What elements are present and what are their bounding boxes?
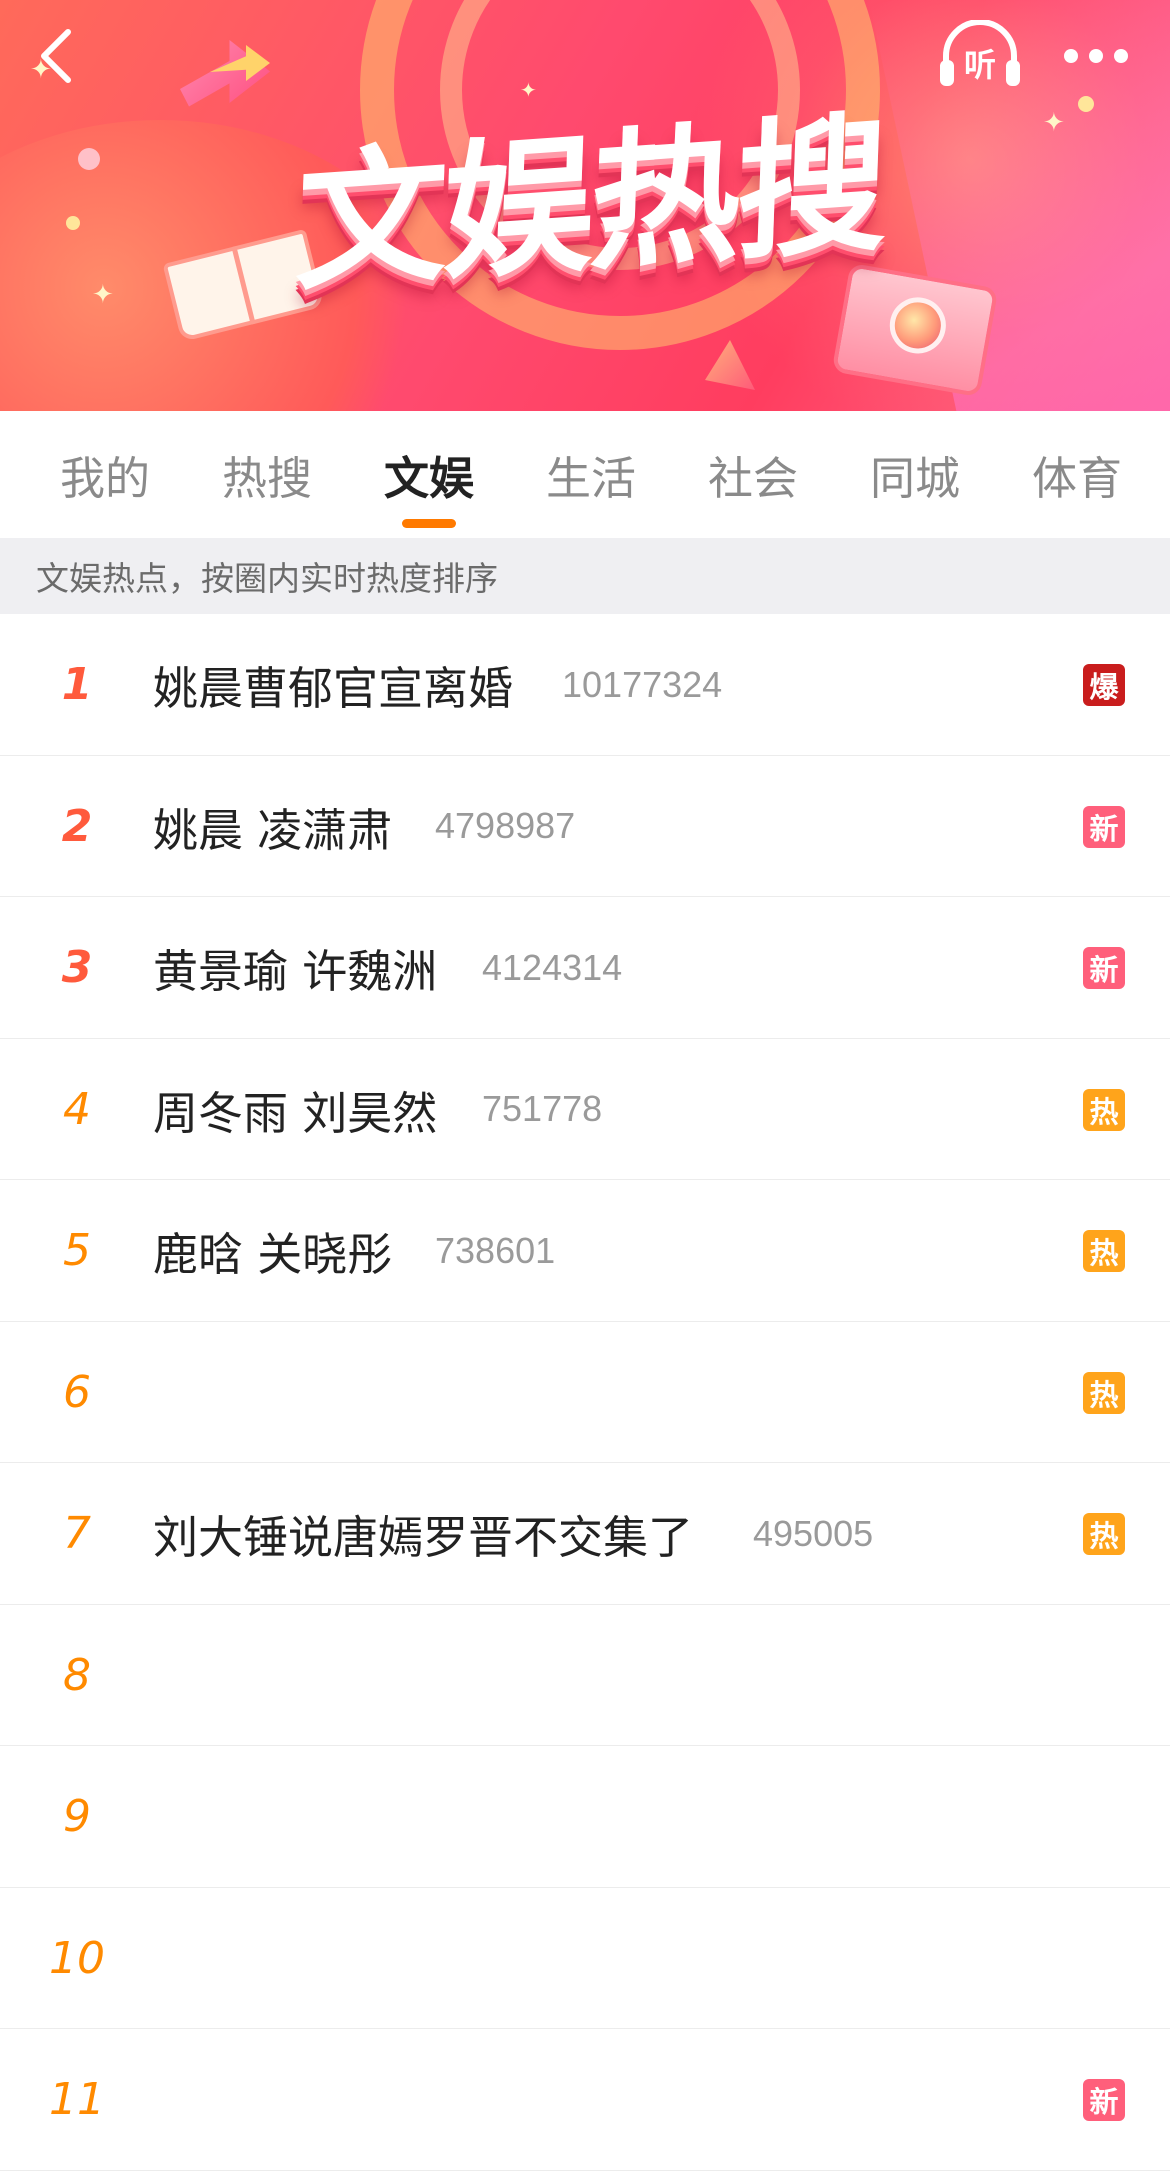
heat-count: 495005 bbox=[753, 1512, 874, 1554]
item-title: 姚晨曹郁官宣离婚 bbox=[153, 662, 514, 715]
new-badge: 新 bbox=[1083, 2079, 1125, 2121]
list-item[interactable]: 7 刘大锤说唐嫣罗晋不交集了 495005 热 bbox=[0, 1463, 1170, 1605]
item-title: 黄景瑜 许魏洲 bbox=[153, 945, 438, 998]
rank-number: 10 bbox=[49, 1932, 105, 1984]
rank-number: 4 bbox=[63, 1083, 91, 1135]
hot-badge: 热 bbox=[1083, 1371, 1125, 1414]
dot-decoration bbox=[66, 216, 80, 230]
list-item[interactable]: 1 姚晨曹郁官宣离婚 10177324 爆 bbox=[0, 614, 1170, 756]
heat-count: 10177324 bbox=[562, 663, 723, 705]
sparkle-icon: ✦ bbox=[520, 78, 537, 102]
heat-count: 738601 bbox=[435, 1229, 556, 1271]
explode-badge: 爆 bbox=[1083, 664, 1125, 706]
header-banner: ✦ ✦ ✦ ✦ 文娱热搜 听 bbox=[0, 0, 1170, 411]
list-description-text: 文娱热点，按圈内实时热度排序 bbox=[36, 559, 498, 598]
hot-badge: 热 bbox=[1083, 1088, 1125, 1131]
dot-decoration bbox=[1078, 96, 1094, 112]
rank-number: 11 bbox=[49, 2074, 105, 2125]
list-description: 文娱热点，按圈内实时热度排序 bbox=[0, 538, 1170, 614]
heat-count: 4124314 bbox=[482, 946, 623, 988]
more-dots-icon bbox=[1089, 49, 1103, 63]
rank-number: 1 bbox=[61, 659, 93, 710]
hot-badge: 热 bbox=[1083, 1513, 1125, 1555]
chevron-left-icon bbox=[41, 29, 71, 83]
list-item[interactable]: 2 姚晨 凌潇肃 4798987 新 bbox=[0, 755, 1170, 897]
item-title: 姚晨 凌潇肃 bbox=[153, 803, 393, 857]
list-item[interactable]: 6 热 bbox=[0, 1321, 1170, 1463]
tab-hot-search[interactable]: 热搜 bbox=[202, 411, 332, 538]
hot-search-list: 1 姚晨曹郁官宣离婚 10177324 爆 2 姚晨 凌潇肃 4798987 新… bbox=[0, 614, 1170, 2171]
list-item[interactable]: 11 新 bbox=[0, 2029, 1170, 2171]
tab-local[interactable]: 同城 bbox=[850, 411, 980, 538]
new-badge: 新 bbox=[1083, 805, 1125, 848]
rank-number: 8 bbox=[63, 1649, 91, 1701]
rank-number: 2 bbox=[61, 800, 93, 852]
rank-number: 7 bbox=[63, 1508, 91, 1559]
listen-button[interactable]: 听 bbox=[936, 20, 1024, 92]
more-dots-icon bbox=[1114, 49, 1128, 63]
rank-number: 3 bbox=[61, 942, 93, 993]
tab-mine[interactable]: 我的 bbox=[40, 411, 170, 538]
list-item[interactable]: 9 bbox=[0, 1746, 1170, 1888]
more-dots-icon bbox=[1064, 49, 1078, 63]
tab-society[interactable]: 社会 bbox=[688, 411, 818, 538]
listen-label: 听 bbox=[963, 46, 996, 84]
hot-badge: 热 bbox=[1083, 1230, 1125, 1272]
list-item[interactable]: 5 鹿晗 关晓彤 738601 热 bbox=[0, 1180, 1170, 1322]
dot-decoration bbox=[78, 148, 100, 170]
heat-count: 751778 bbox=[482, 1088, 603, 1129]
heat-count: 4798987 bbox=[435, 805, 576, 846]
triangle-decoration-icon bbox=[705, 340, 755, 390]
tab-life[interactable]: 生活 bbox=[526, 411, 656, 538]
list-item[interactable]: 10 bbox=[0, 1887, 1170, 2029]
sparkle-icon: ✦ bbox=[92, 280, 114, 310]
list-item[interactable]: 4 周冬雨 刘昊然 751778 热 bbox=[0, 1038, 1170, 1180]
more-button[interactable] bbox=[1056, 30, 1136, 82]
active-tab-indicator bbox=[402, 519, 456, 528]
tab-sports[interactable]: 体育 bbox=[1012, 411, 1142, 538]
rank-number: 6 bbox=[63, 1366, 91, 1418]
category-tabs: 我的 热搜 文娱 生活 社会 同城 体育 bbox=[0, 411, 1170, 538]
item-title: 鹿晗 关晓彤 bbox=[153, 1228, 393, 1281]
back-button[interactable] bbox=[28, 28, 84, 84]
list-item[interactable]: 8 bbox=[0, 1604, 1170, 1746]
list-item[interactable]: 3 黄景瑜 许魏洲 4124314 新 bbox=[0, 897, 1170, 1039]
rank-number: 9 bbox=[63, 1791, 91, 1842]
item-title: 刘大锤说唐嫣罗晋不交集了 bbox=[153, 1511, 694, 1564]
sparkle-icon: ✦ bbox=[1043, 108, 1065, 138]
new-badge: 新 bbox=[1083, 947, 1125, 989]
item-title: 周冬雨 刘昊然 bbox=[153, 1086, 438, 1140]
rank-number: 5 bbox=[63, 1225, 91, 1276]
arrow-decoration-icon bbox=[180, 40, 270, 107]
